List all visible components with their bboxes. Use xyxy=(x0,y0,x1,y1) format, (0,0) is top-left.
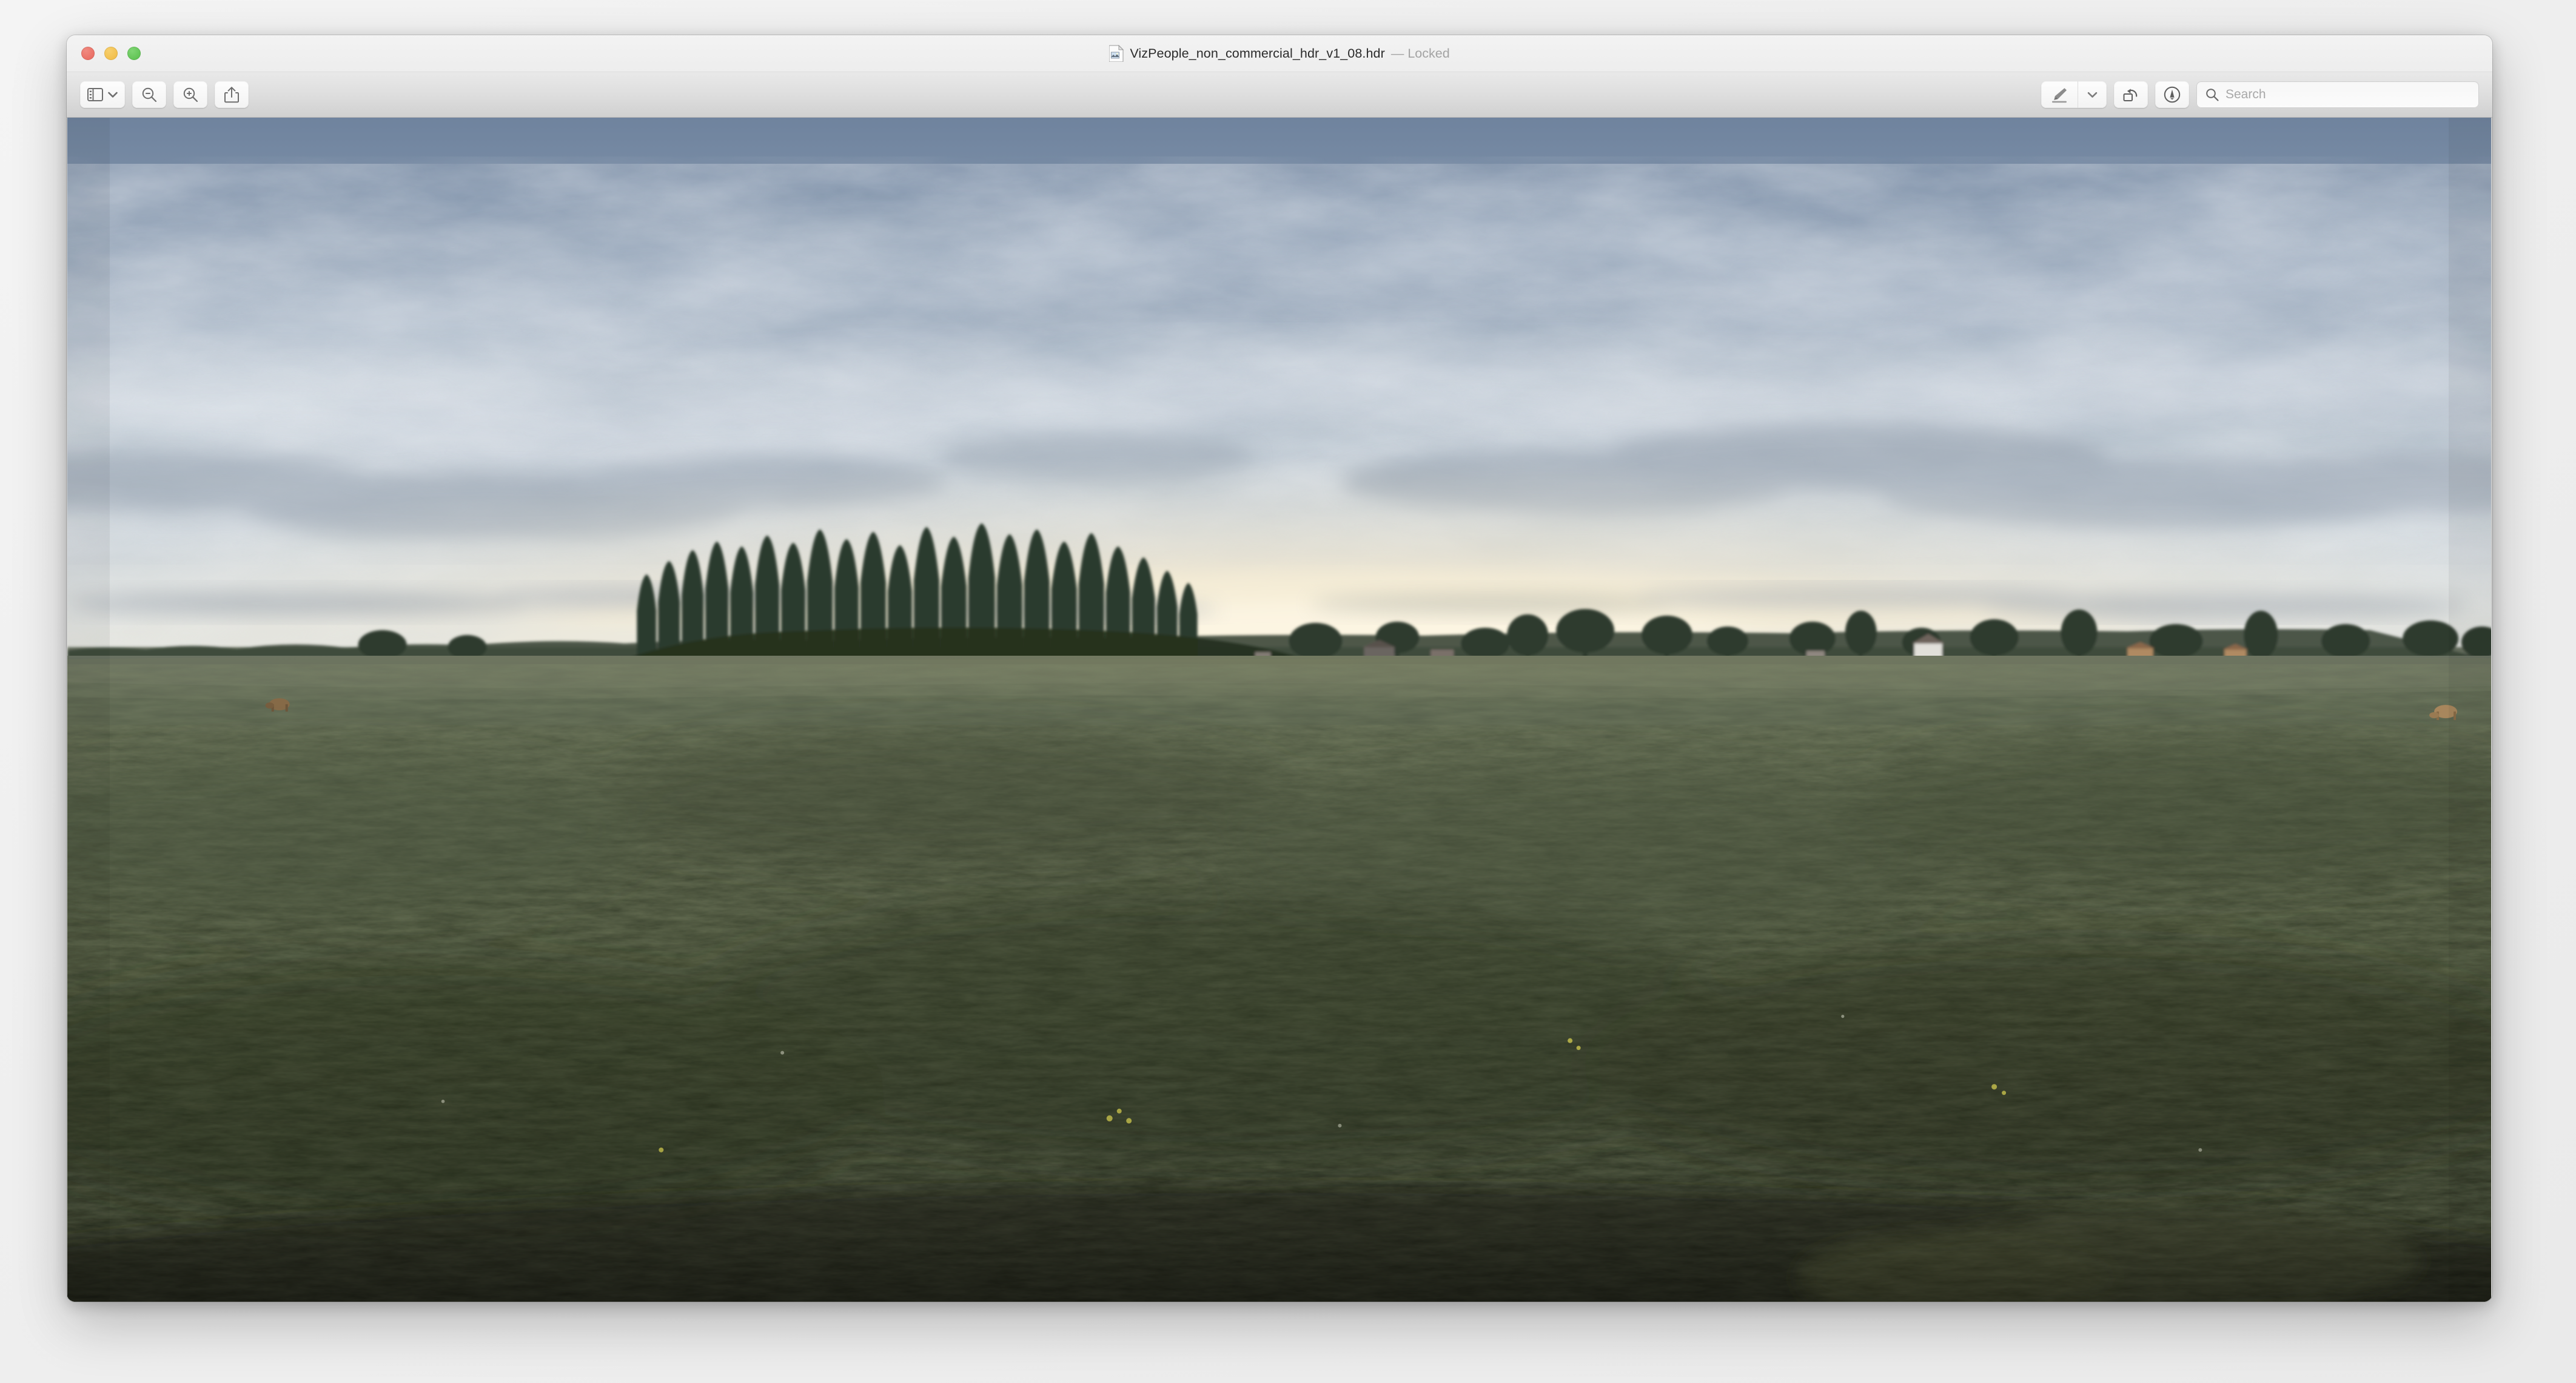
sidebar-toggle-button[interactable] xyxy=(80,81,125,108)
search-icon xyxy=(2206,89,2219,101)
zoom-in-button[interactable] xyxy=(173,81,207,108)
chevron-down-icon xyxy=(2087,92,2098,98)
ground-region xyxy=(67,655,2491,1302)
zoom-out-button[interactable] xyxy=(132,81,166,108)
window-controls xyxy=(81,47,141,60)
hdri-panorama-render xyxy=(67,118,2491,1302)
markup-pen-chevron-button[interactable] xyxy=(2078,81,2107,108)
search-placeholder: Search xyxy=(2225,87,2266,101)
share-button[interactable] xyxy=(215,81,249,108)
preview-window: VizPeople_non_commercial_hdr_v1_08.hdr —… xyxy=(67,35,2492,1302)
markup-pen-button[interactable] xyxy=(2041,81,2078,108)
search-field[interactable]: Search xyxy=(2196,81,2479,108)
sidebar-icon xyxy=(87,88,103,101)
image-document-icon xyxy=(1109,45,1124,62)
image-viewer-canvas[interactable] xyxy=(67,118,2492,1302)
close-button[interactable] xyxy=(81,47,95,60)
window-title-group: VizPeople_non_commercial_hdr_v1_08.hdr —… xyxy=(67,45,2492,62)
toolbar-left-group xyxy=(80,81,249,108)
rotate-left-button[interactable] xyxy=(2114,81,2148,108)
maximize-button[interactable] xyxy=(127,47,141,60)
circled-pen-icon xyxy=(2164,86,2181,103)
chevron-down-icon xyxy=(108,92,118,98)
magnifier-plus-icon xyxy=(183,87,198,103)
panorama-image[interactable] xyxy=(67,118,2491,1302)
magnifier-minus-icon xyxy=(142,87,157,103)
annotate-button[interactable] xyxy=(2155,81,2189,108)
markup-pen-group xyxy=(2041,81,2107,108)
locked-status-label: — Locked xyxy=(1390,45,1450,61)
minimize-button[interactable] xyxy=(104,47,118,60)
window-titlebar: VizPeople_non_commercial_hdr_v1_08.hdr —… xyxy=(67,35,2492,72)
toolbar-right-group: Search xyxy=(2041,81,2479,108)
highlighter-pen-icon xyxy=(2052,88,2067,103)
page-title: VizPeople_non_commercial_hdr_v1_08.hdr xyxy=(1130,45,1385,61)
rotate-left-icon xyxy=(2123,89,2138,101)
window-toolbar: Search xyxy=(67,72,2492,118)
share-icon xyxy=(224,87,239,103)
